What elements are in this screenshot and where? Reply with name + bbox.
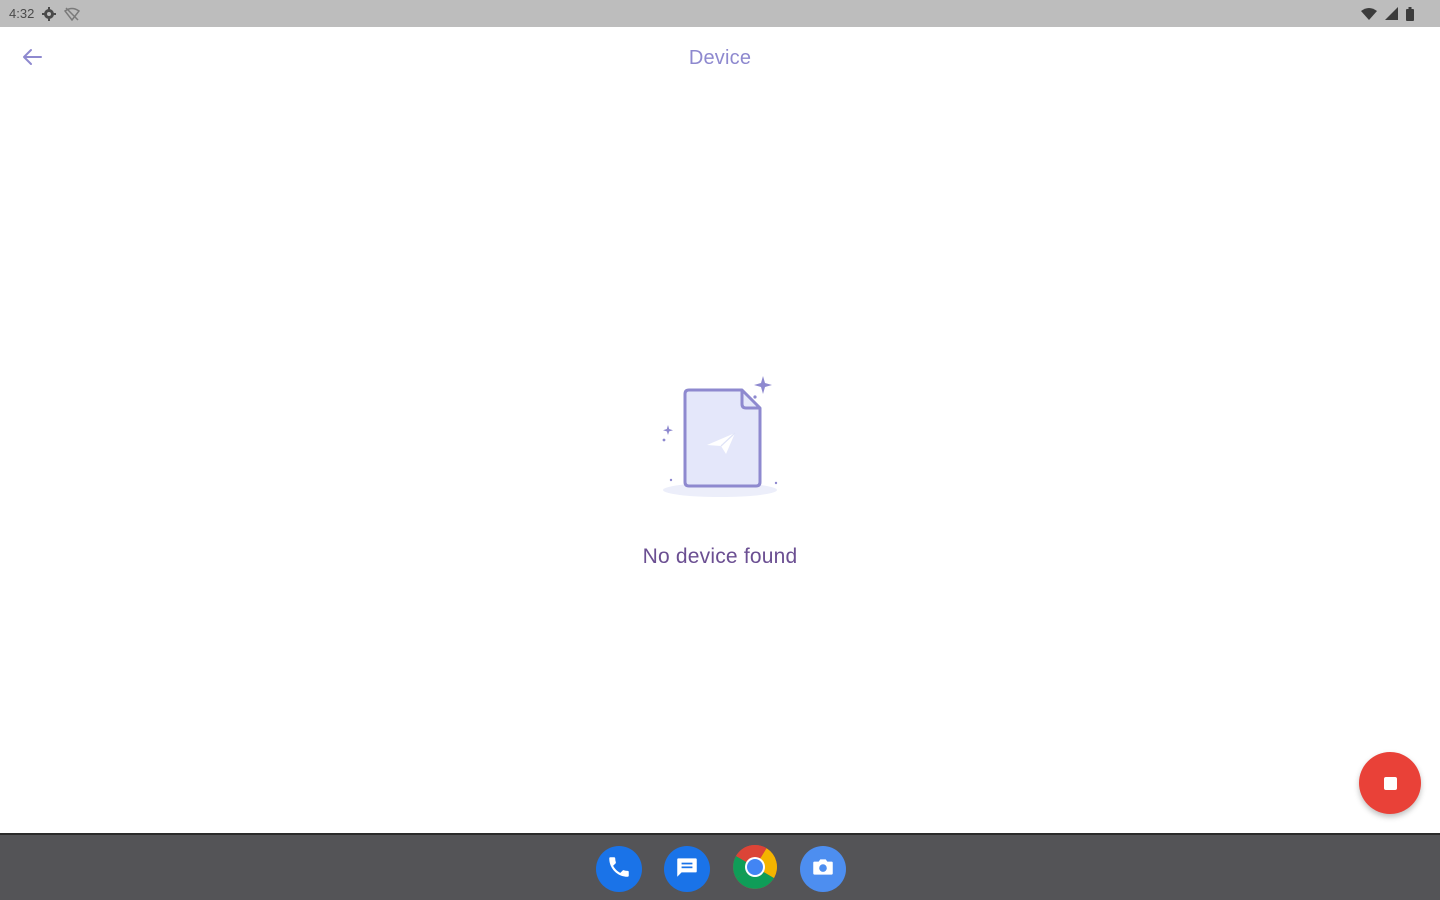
status-right: [1361, 6, 1414, 21]
dock-chrome-button[interactable]: [732, 844, 778, 895]
dock-camera-button[interactable]: [800, 846, 846, 892]
settings-gear-icon: [42, 6, 57, 21]
stop-recording-button[interactable]: [1359, 752, 1421, 814]
app-bar: Device: [0, 27, 1440, 91]
dock-phone-button[interactable]: [596, 846, 642, 892]
phone-icon: [606, 854, 632, 885]
page-title: Device: [688, 47, 752, 69]
navigation-bar: [0, 833, 1440, 900]
status-time: 4:32: [9, 6, 35, 21]
chrome-icon: [732, 844, 778, 895]
wifi-off-icon: [64, 6, 81, 21]
status-left: 4:32: [9, 6, 81, 21]
messages-icon: [674, 854, 700, 885]
empty-state-message: No device found: [642, 545, 798, 568]
camera-icon: [810, 854, 836, 885]
status-bar: 4:32: [0, 0, 1440, 27]
dock-messages-button[interactable]: [664, 846, 710, 892]
document-send-icon: [655, 370, 785, 505]
wifi-icon: [1361, 7, 1377, 20]
empty-state: No device found: [0, 370, 1440, 569]
app-dock: [596, 844, 846, 895]
stop-icon: [1383, 776, 1397, 790]
battery-icon: [1406, 6, 1414, 21]
cell-signal-icon: [1385, 7, 1398, 20]
